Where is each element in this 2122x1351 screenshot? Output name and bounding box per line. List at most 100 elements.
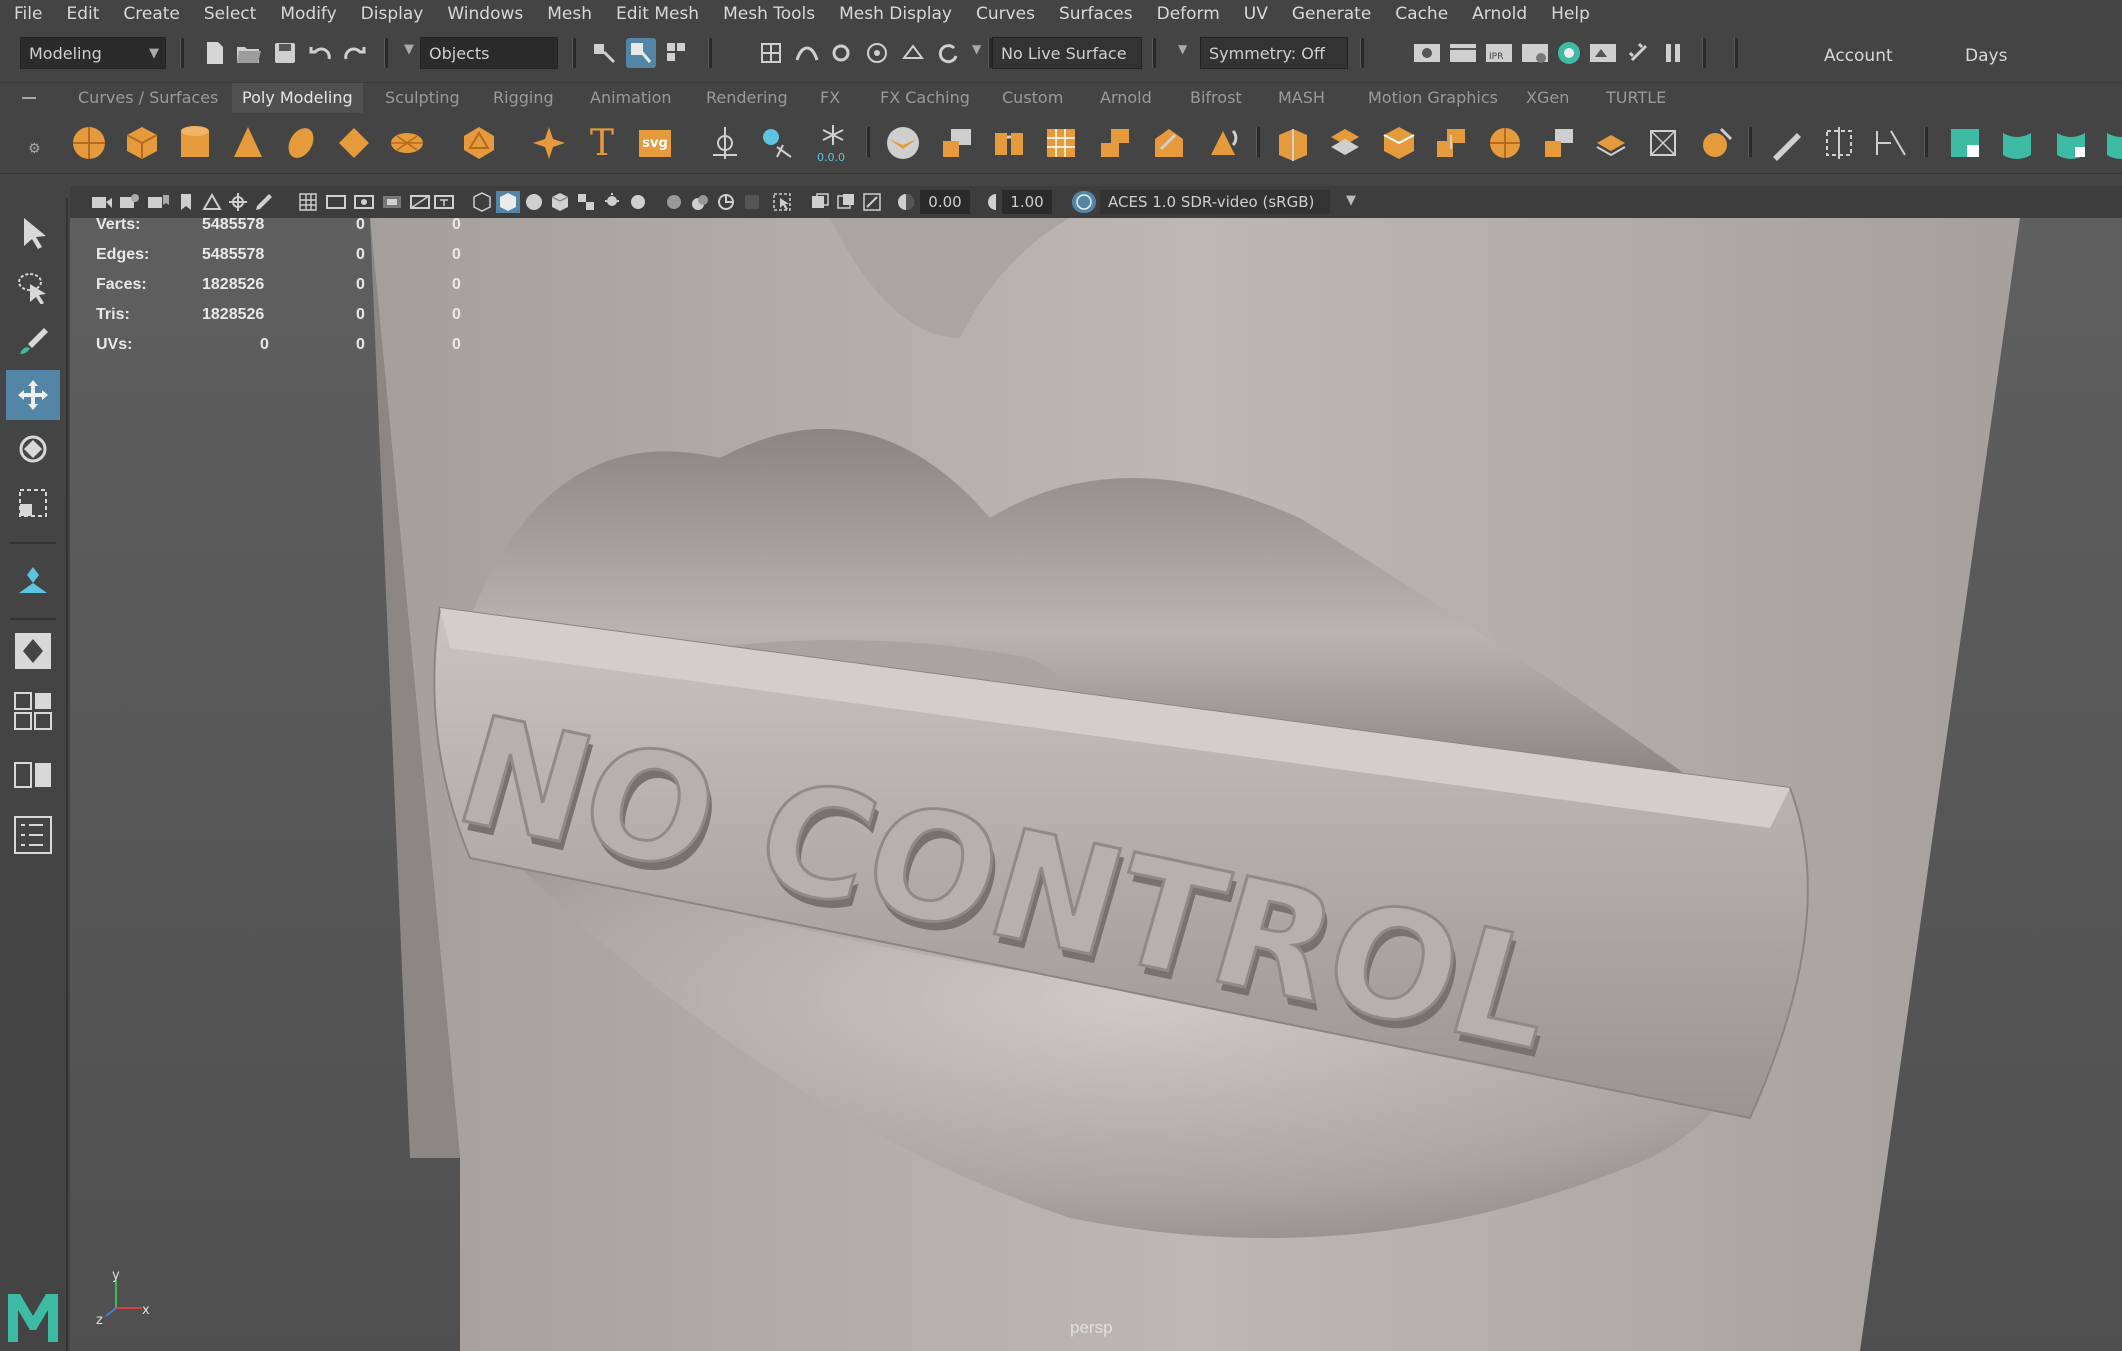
- poly-cone-icon[interactable]: [227, 122, 269, 164]
- select-component-icon[interactable]: [662, 38, 692, 68]
- poly-cube-icon[interactable]: [121, 122, 163, 164]
- super-shape-icon[interactable]: [528, 122, 570, 164]
- 2d-pan-zoom-icon[interactable]: [226, 191, 250, 213]
- tab-xgen[interactable]: XGen: [1526, 83, 1569, 113]
- tab-fx[interactable]: FX: [820, 83, 840, 113]
- select-tool-icon[interactable]: [6, 208, 60, 258]
- render-frame-icon[interactable]: [1448, 38, 1478, 68]
- scale-tool-icon[interactable]: [6, 478, 60, 528]
- menu-windows[interactable]: Windows: [435, 0, 535, 28]
- textured-icon[interactable]: [548, 191, 572, 213]
- menu-mesh[interactable]: Mesh: [535, 0, 604, 28]
- smooth-icon[interactable]: [988, 122, 1030, 164]
- smooth-shade-icon[interactable]: [496, 191, 520, 213]
- bookmark-icon[interactable]: [174, 191, 198, 213]
- tab-rigging[interactable]: Rigging: [493, 83, 554, 113]
- tab-poly-modeling[interactable]: Poly Modeling: [232, 83, 363, 113]
- xray-active-icon[interactable]: [860, 191, 884, 213]
- wireframe-shading-icon[interactable]: [470, 191, 494, 213]
- snap-view-plane-icon[interactable]: [862, 38, 892, 68]
- xray-icon[interactable]: [808, 191, 832, 213]
- poly-torus-icon[interactable]: [280, 122, 322, 164]
- menu-uv[interactable]: UV: [1232, 0, 1280, 28]
- knife-tool-icon[interactable]: [1766, 122, 1808, 164]
- xray-joints-icon[interactable]: [834, 191, 858, 213]
- multi-cut-icon[interactable]: [1272, 122, 1314, 164]
- field-chart-icon[interactable]: [408, 191, 432, 213]
- chevron-down-icon[interactable]: ▼: [1178, 42, 1187, 56]
- tab-animation[interactable]: Animation: [590, 83, 672, 113]
- tab-arnold[interactable]: Arnold: [1100, 83, 1152, 113]
- tab-turtle[interactable]: TURTLE: [1606, 83, 1666, 113]
- light-editor-icon[interactable]: [1624, 38, 1654, 68]
- render-settings-icon[interactable]: [1520, 38, 1550, 68]
- chevron-down-icon[interactable]: ▼: [1346, 193, 1356, 208]
- poly-disc-icon[interactable]: [386, 122, 428, 164]
- selection-mask-field[interactable]: Objects: [420, 37, 558, 69]
- anti-aliasing-icon[interactable]: [714, 191, 738, 213]
- uv-editor-icon[interactable]: [1944, 122, 1986, 164]
- paint-select-tool-icon[interactable]: [6, 316, 60, 366]
- combine-icon[interactable]: [882, 122, 924, 164]
- menu-cache[interactable]: Cache: [1383, 0, 1460, 28]
- separate-icon[interactable]: [936, 122, 978, 164]
- camera-attributes-icon[interactable]: [118, 191, 142, 213]
- select-object-icon[interactable]: [626, 38, 656, 68]
- arnold-render-icon[interactable]: [1588, 38, 1618, 68]
- merge-icon[interactable]: [1538, 122, 1580, 164]
- tab-bifrost[interactable]: Bifrost: [1190, 83, 1242, 113]
- shelf-menu-icon[interactable]: [22, 97, 36, 99]
- resolution-gate-icon[interactable]: [352, 191, 376, 213]
- grease-pencil-icon[interactable]: [252, 191, 276, 213]
- single-perspective-layout-icon[interactable]: [6, 626, 60, 676]
- bevel-icon[interactable]: [1430, 122, 1472, 164]
- rotate-tool-icon[interactable]: [6, 424, 60, 474]
- pivot-tool-icon[interactable]: [704, 122, 746, 164]
- extrude-icon[interactable]: [1148, 122, 1190, 164]
- platonic-solid-icon[interactable]: [458, 122, 500, 164]
- workspace-dropdown[interactable]: Modeling ▼: [20, 37, 166, 69]
- menu-help[interactable]: Help: [1539, 0, 1602, 28]
- svg-tool-icon[interactable]: svg: [634, 122, 676, 164]
- tab-custom[interactable]: Custom: [1002, 83, 1063, 113]
- menu-create[interactable]: Create: [111, 0, 192, 28]
- poly-sphere-icon[interactable]: [68, 122, 110, 164]
- offset-edge-loop-icon[interactable]: [1378, 122, 1420, 164]
- redo-icon[interactable]: [340, 38, 370, 68]
- snap-point-icon[interactable]: [826, 38, 856, 68]
- sculpt-geometry-icon[interactable]: [1696, 122, 1738, 164]
- poly-cylinder-icon[interactable]: [174, 122, 216, 164]
- menu-edit[interactable]: Edit: [54, 0, 111, 28]
- menu-select[interactable]: Select: [192, 0, 268, 28]
- exposure-icon[interactable]: [894, 191, 918, 213]
- menu-generate[interactable]: Generate: [1280, 0, 1383, 28]
- lasso-tool-icon[interactable]: [6, 262, 60, 312]
- target-weld-icon[interactable]: [1484, 122, 1526, 164]
- menu-display[interactable]: Display: [349, 0, 436, 28]
- bookmark-camera-icon[interactable]: [146, 191, 170, 213]
- view-transform-toggle-icon[interactable]: [1072, 191, 1096, 213]
- gamma-icon[interactable]: [980, 191, 1004, 213]
- spherical-map-icon[interactable]: [2100, 122, 2122, 164]
- bevel-settings-icon[interactable]: [756, 122, 798, 164]
- tab-motion-graphics[interactable]: Motion Graphics: [1368, 83, 1498, 113]
- chevron-down-icon[interactable]: ▼: [404, 42, 414, 57]
- menu-modify[interactable]: Modify: [268, 0, 348, 28]
- four-view-layout-icon[interactable]: [6, 686, 60, 736]
- menu-mesh-tools[interactable]: Mesh Tools: [711, 0, 827, 28]
- tab-rendering[interactable]: Rendering: [706, 83, 788, 113]
- poly-plane-icon[interactable]: [333, 122, 375, 164]
- gear-icon[interactable]: ⚙: [28, 141, 41, 157]
- menu-file[interactable]: File: [0, 0, 54, 28]
- append-polygon-icon[interactable]: [1202, 122, 1244, 164]
- motion-blur-icon[interactable]: [688, 191, 712, 213]
- move-tool-icon[interactable]: [6, 370, 60, 420]
- gamma-field[interactable]: 1.00: [1002, 190, 1052, 214]
- menu-mesh-display[interactable]: Mesh Display: [827, 0, 964, 28]
- image-plane-icon[interactable]: [200, 191, 224, 213]
- color-space-dropdown[interactable]: ACES 1.0 SDR-video (sRGB): [1100, 190, 1330, 214]
- undo-icon[interactable]: [305, 38, 335, 68]
- menu-deform[interactable]: Deform: [1145, 0, 1232, 28]
- depth-of-field-icon[interactable]: [740, 191, 764, 213]
- ambient-occlusion-icon[interactable]: [662, 191, 686, 213]
